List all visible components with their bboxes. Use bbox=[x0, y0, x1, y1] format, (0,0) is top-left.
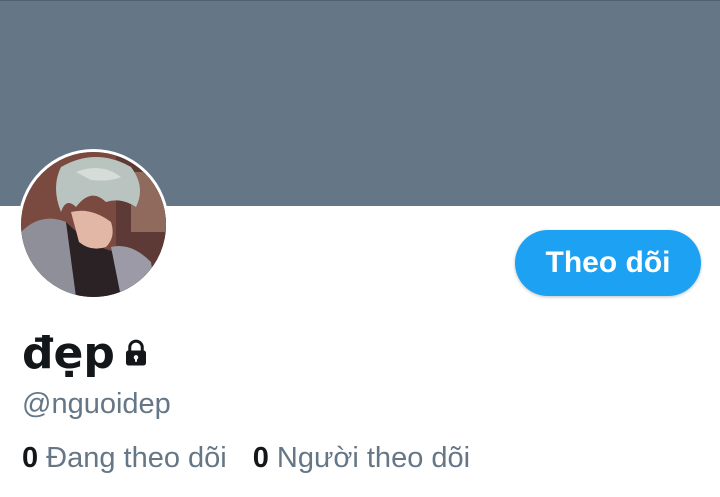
follow-button[interactable]: Theo dõi bbox=[515, 230, 701, 296]
followers-label: Người theo dõi bbox=[276, 442, 471, 474]
profile-screen: Theo dõi đẹp @nguoidep 0 Đang theo dõi 0… bbox=[0, 0, 720, 497]
following-count: 0 bbox=[22, 442, 39, 474]
display-name-row: đẹp bbox=[22, 324, 151, 384]
avatar-photo bbox=[21, 152, 166, 297]
display-name: đẹp bbox=[22, 328, 115, 379]
profile-handle: @nguoidep bbox=[22, 388, 171, 420]
avatar[interactable] bbox=[18, 149, 169, 300]
profile-stats: 0 Đang theo dõi 0 Người theo dõi bbox=[22, 436, 496, 480]
lock-icon bbox=[121, 338, 151, 368]
followers-stat[interactable]: 0 Người theo dõi bbox=[253, 436, 470, 480]
followers-count: 0 bbox=[252, 442, 269, 474]
following-label: Đang theo dõi bbox=[46, 442, 227, 474]
following-stat[interactable]: 0 Đang theo dõi bbox=[22, 436, 227, 480]
